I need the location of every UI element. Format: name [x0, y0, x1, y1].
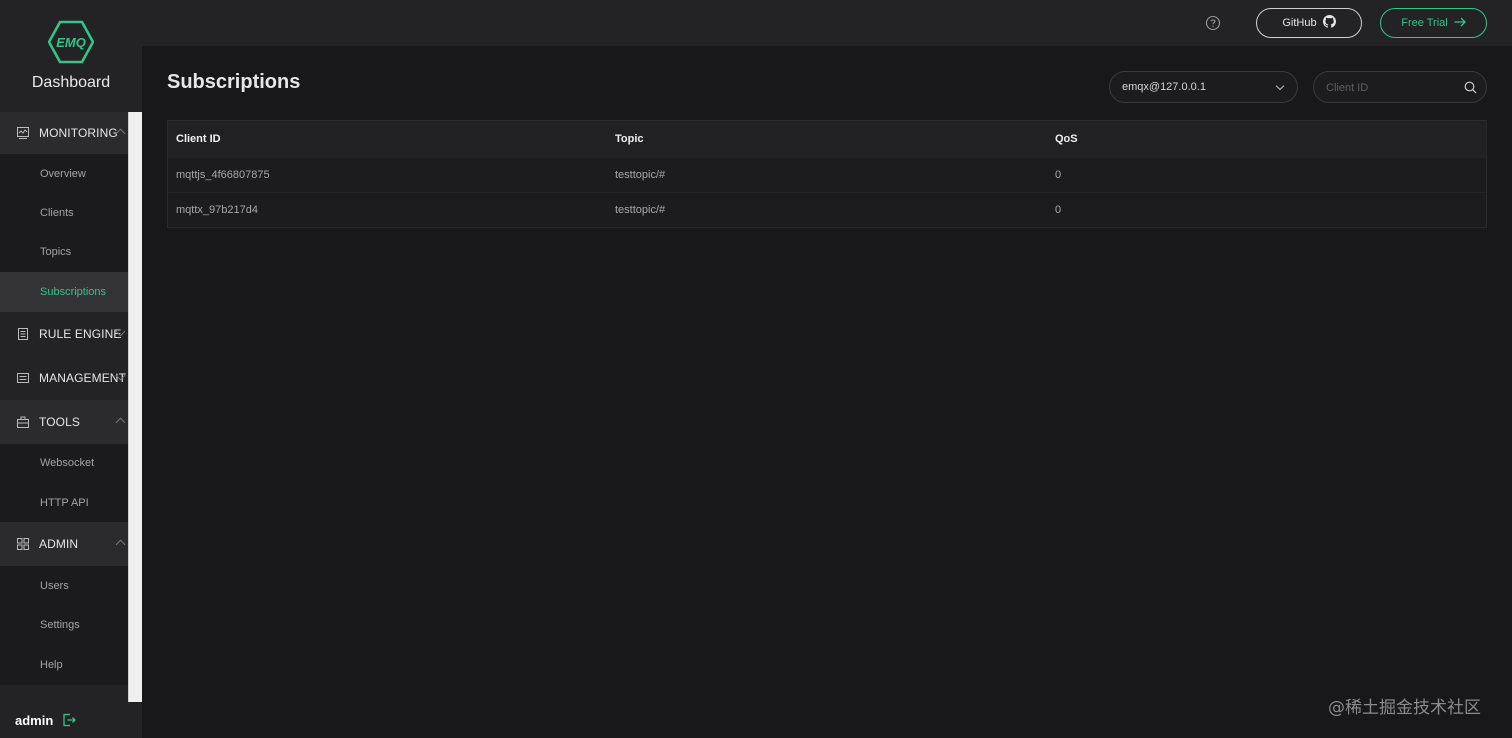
sidebar: EMQ Dashboard MONITORING Overview Client…: [0, 0, 142, 738]
subscriptions-table: Client ID Topic QoS mqttjs_4f66807875 te…: [167, 120, 1487, 228]
node-select-value: emqx@127.0.0.1: [1122, 81, 1206, 93]
chevron-up-icon: [115, 417, 126, 428]
page-title: Subscriptions: [167, 71, 301, 93]
chevron-up-icon: [115, 539, 126, 550]
sidebar-item-settings[interactable]: Settings: [0, 605, 128, 646]
chevron-down-icon: [1275, 81, 1285, 91]
table-row[interactable]: mqttx_97b217d4 testtopic/# 0: [168, 192, 1486, 227]
menu-group-monitoring[interactable]: MONITORING: [0, 112, 128, 154]
client-id-search[interactable]: [1313, 71, 1487, 103]
sidebar-menu: MONITORING Overview Clients Topics Subsc…: [0, 112, 142, 702]
scrollbar-thumb[interactable]: [128, 112, 142, 702]
topbar: GitHub Free Trial: [142, 0, 1512, 46]
sidebar-item-http-api[interactable]: HTTP API: [0, 482, 128, 523]
sidebar-item-websocket[interactable]: Websocket: [0, 443, 128, 483]
menu-group-label: ADMIN: [39, 537, 79, 552]
table-header: Client ID Topic QoS: [168, 121, 1486, 157]
sidebar-item-overview[interactable]: Overview: [0, 154, 128, 194]
table-row[interactable]: mqttjs_4f66807875 testtopic/# 0: [168, 157, 1486, 192]
rule-icon: [17, 327, 29, 340]
menu-group-label: TOOLS: [39, 414, 80, 429]
menu-group-label: RULE ENGINE: [39, 326, 122, 341]
menu-group-management[interactable]: MANAGEMENT: [0, 356, 128, 400]
sidebar-item-users[interactable]: Users: [0, 566, 128, 606]
menu-group-label: MONITORING: [39, 126, 118, 140]
cell-client-id: mqttjs_4f66807875: [176, 169, 270, 181]
free-trial-button[interactable]: Free Trial: [1380, 8, 1487, 38]
github-icon: [1322, 15, 1336, 31]
client-id-input[interactable]: [1326, 79, 1456, 97]
github-label: GitHub: [1282, 17, 1317, 29]
monitor-icon: [17, 127, 29, 139]
sidebar-scrollbar[interactable]: [128, 112, 142, 702]
watermark: @稀土掘金技术社区: [1328, 698, 1481, 718]
sidebar-item-clients[interactable]: Clients: [0, 193, 128, 233]
menu-group-tools[interactable]: TOOLS: [0, 399, 128, 444]
cell-topic: testtopic/#: [615, 204, 666, 216]
sidebar-item-topics[interactable]: Topics: [0, 232, 128, 273]
cell-client-id: mqttx_97b217d4: [176, 204, 258, 216]
admin-icon: [17, 538, 29, 551]
emq-logo: EMQ: [48, 20, 94, 64]
cell-topic: testtopic/#: [615, 169, 666, 181]
help-icon[interactable]: [1205, 15, 1221, 31]
node-select[interactable]: emqx@127.0.0.1: [1109, 71, 1298, 103]
cell-qos: 0: [1055, 204, 1062, 216]
search-icon[interactable]: [1464, 81, 1477, 94]
column-header-qos[interactable]: QoS: [1047, 133, 1486, 145]
sidebar-item-help[interactable]: Help: [0, 645, 128, 685]
column-header-client-id[interactable]: Client ID: [168, 133, 607, 145]
free-trial-label: Free Trial: [1401, 17, 1448, 29]
menu-group-label: MANAGEMENT: [39, 370, 127, 385]
brand-title: Dashboard: [31, 74, 111, 91]
brand[interactable]: EMQ Dashboard: [0, 0, 142, 112]
user-footer: admin: [0, 702, 142, 738]
menu-group-admin[interactable]: ADMIN: [0, 522, 128, 567]
menu-group-rule-engine[interactable]: RULE ENGINE: [0, 312, 128, 356]
column-header-topic[interactable]: Topic: [607, 133, 1047, 145]
github-button[interactable]: GitHub: [1256, 8, 1362, 38]
cell-qos: 0: [1055, 169, 1062, 181]
user-name: admin: [15, 712, 54, 728]
toolbox-icon: [17, 416, 29, 428]
sidebar-item-subscriptions[interactable]: Subscriptions: [0, 272, 128, 312]
logo-text: EMQ: [56, 35, 86, 50]
arrow-right-icon: [1454, 17, 1466, 30]
management-icon: [17, 372, 29, 384]
logout-icon[interactable]: [62, 713, 77, 727]
